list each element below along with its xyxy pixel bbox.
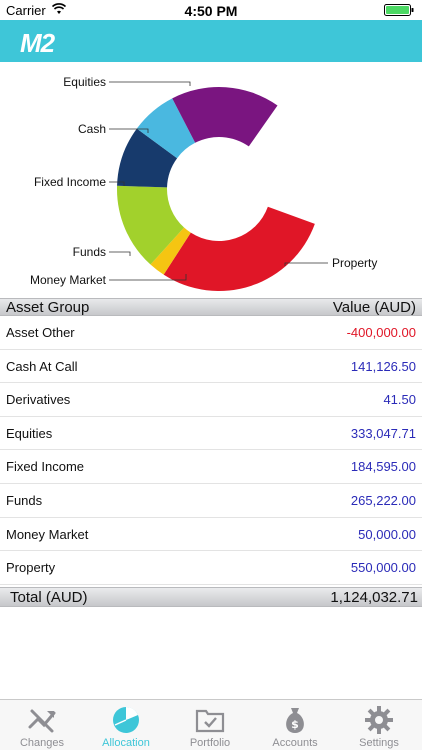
- table-row[interactable]: Equities 333,047.71: [0, 417, 422, 451]
- tab-label: Allocation: [102, 737, 150, 749]
- asset-value: 333,047.71: [350, 425, 416, 441]
- asset-value: -400,000.00: [346, 325, 416, 340]
- status-bar: Carrier 4:50 PM: [0, 0, 422, 20]
- asset-value: 184,595.00: [350, 459, 416, 475]
- nav-bar: M2: [0, 20, 422, 62]
- tab-label: Portfolio: [189, 737, 231, 749]
- tab-bar: Changes Allocation Portfolio $ Accounts: [0, 699, 422, 750]
- slice-label: Cash: [78, 122, 106, 136]
- total-label: Total (AUD): [10, 589, 88, 606]
- value-header: Value (AUD): [332, 299, 416, 316]
- total-row: Total (AUD) 1,124,032.71: [0, 587, 422, 607]
- table-row[interactable]: Fixed Income 184,595.00: [0, 450, 422, 484]
- allocation-donut: Equities Cash Fixed Income Funds Money Marke…: [30, 75, 377, 291]
- asset-name: Money Market: [6, 526, 89, 542]
- battery-icon: [384, 4, 414, 16]
- asset-name: Equities: [6, 425, 53, 441]
- slice-label: Fixed Income: [34, 175, 106, 189]
- accounts-icon: $: [286, 708, 304, 733]
- table-row[interactable]: Cash At Call 141,126.50: [0, 350, 422, 384]
- allocation-chart: Equities Cash Fixed Income Funds Money Marke…: [0, 62, 422, 298]
- tab-label: Changes: [19, 737, 65, 749]
- tab-accounts[interactable]: $ Accounts: [253, 700, 337, 750]
- portfolio-icon: [195, 709, 225, 733]
- app-logo: M2: [20, 28, 55, 58]
- tab-label: Settings: [359, 737, 399, 749]
- asset-name: Funds: [6, 492, 43, 508]
- table-row[interactable]: Property 550,000.00: [0, 551, 422, 585]
- allocation-table: Asset Other -400,000.00 Cash At Call 141…: [0, 316, 422, 585]
- tab-label: Accounts: [272, 737, 318, 749]
- asset-value: 141,126.50: [350, 358, 416, 374]
- leader-line: [109, 81, 191, 86]
- asset-value: 265,222.00: [350, 492, 416, 508]
- allocation-icon: [113, 707, 139, 733]
- asset-value: 50,000.00: [358, 526, 416, 542]
- total-value: 1,124,032.71: [330, 589, 418, 606]
- table-row[interactable]: Asset Other -400,000.00: [0, 316, 422, 350]
- asset-value: 550,000.00: [350, 560, 416, 576]
- asset-name: Asset Other: [6, 325, 75, 340]
- svg-text:$: $: [291, 718, 299, 731]
- asset-group-header: Asset Group: [6, 299, 90, 316]
- tab-allocation[interactable]: Allocation: [84, 700, 168, 750]
- slice-label: Money Market: [30, 273, 107, 287]
- slice-label: Property: [332, 256, 377, 270]
- asset-name: Cash At Call: [6, 358, 78, 374]
- table-row[interactable]: Derivatives 41.50: [0, 383, 422, 417]
- table-row[interactable]: Money Market 50,000.00: [0, 518, 422, 552]
- table-header: Asset Group Value (AUD): [0, 298, 422, 316]
- slice-label: Funds: [73, 245, 106, 259]
- asset-value: 41.50: [383, 392, 416, 408]
- tab-settings[interactable]: Settings: [337, 700, 421, 750]
- table-row[interactable]: Funds 265,222.00: [0, 484, 422, 518]
- clock: 4:50 PM: [184, 3, 238, 19]
- tab-portfolio[interactable]: Portfolio: [168, 700, 252, 750]
- tab-changes[interactable]: Changes: [0, 700, 84, 750]
- gear-icon: [365, 706, 393, 734]
- leader-line: [284, 262, 328, 266]
- changes-icon: [28, 709, 56, 733]
- asset-name: Derivatives: [6, 392, 71, 408]
- asset-name: Fixed Income: [6, 459, 85, 475]
- slice-label: Equities: [63, 75, 106, 89]
- asset-name: Property: [6, 560, 56, 576]
- leader-line: [109, 251, 131, 256]
